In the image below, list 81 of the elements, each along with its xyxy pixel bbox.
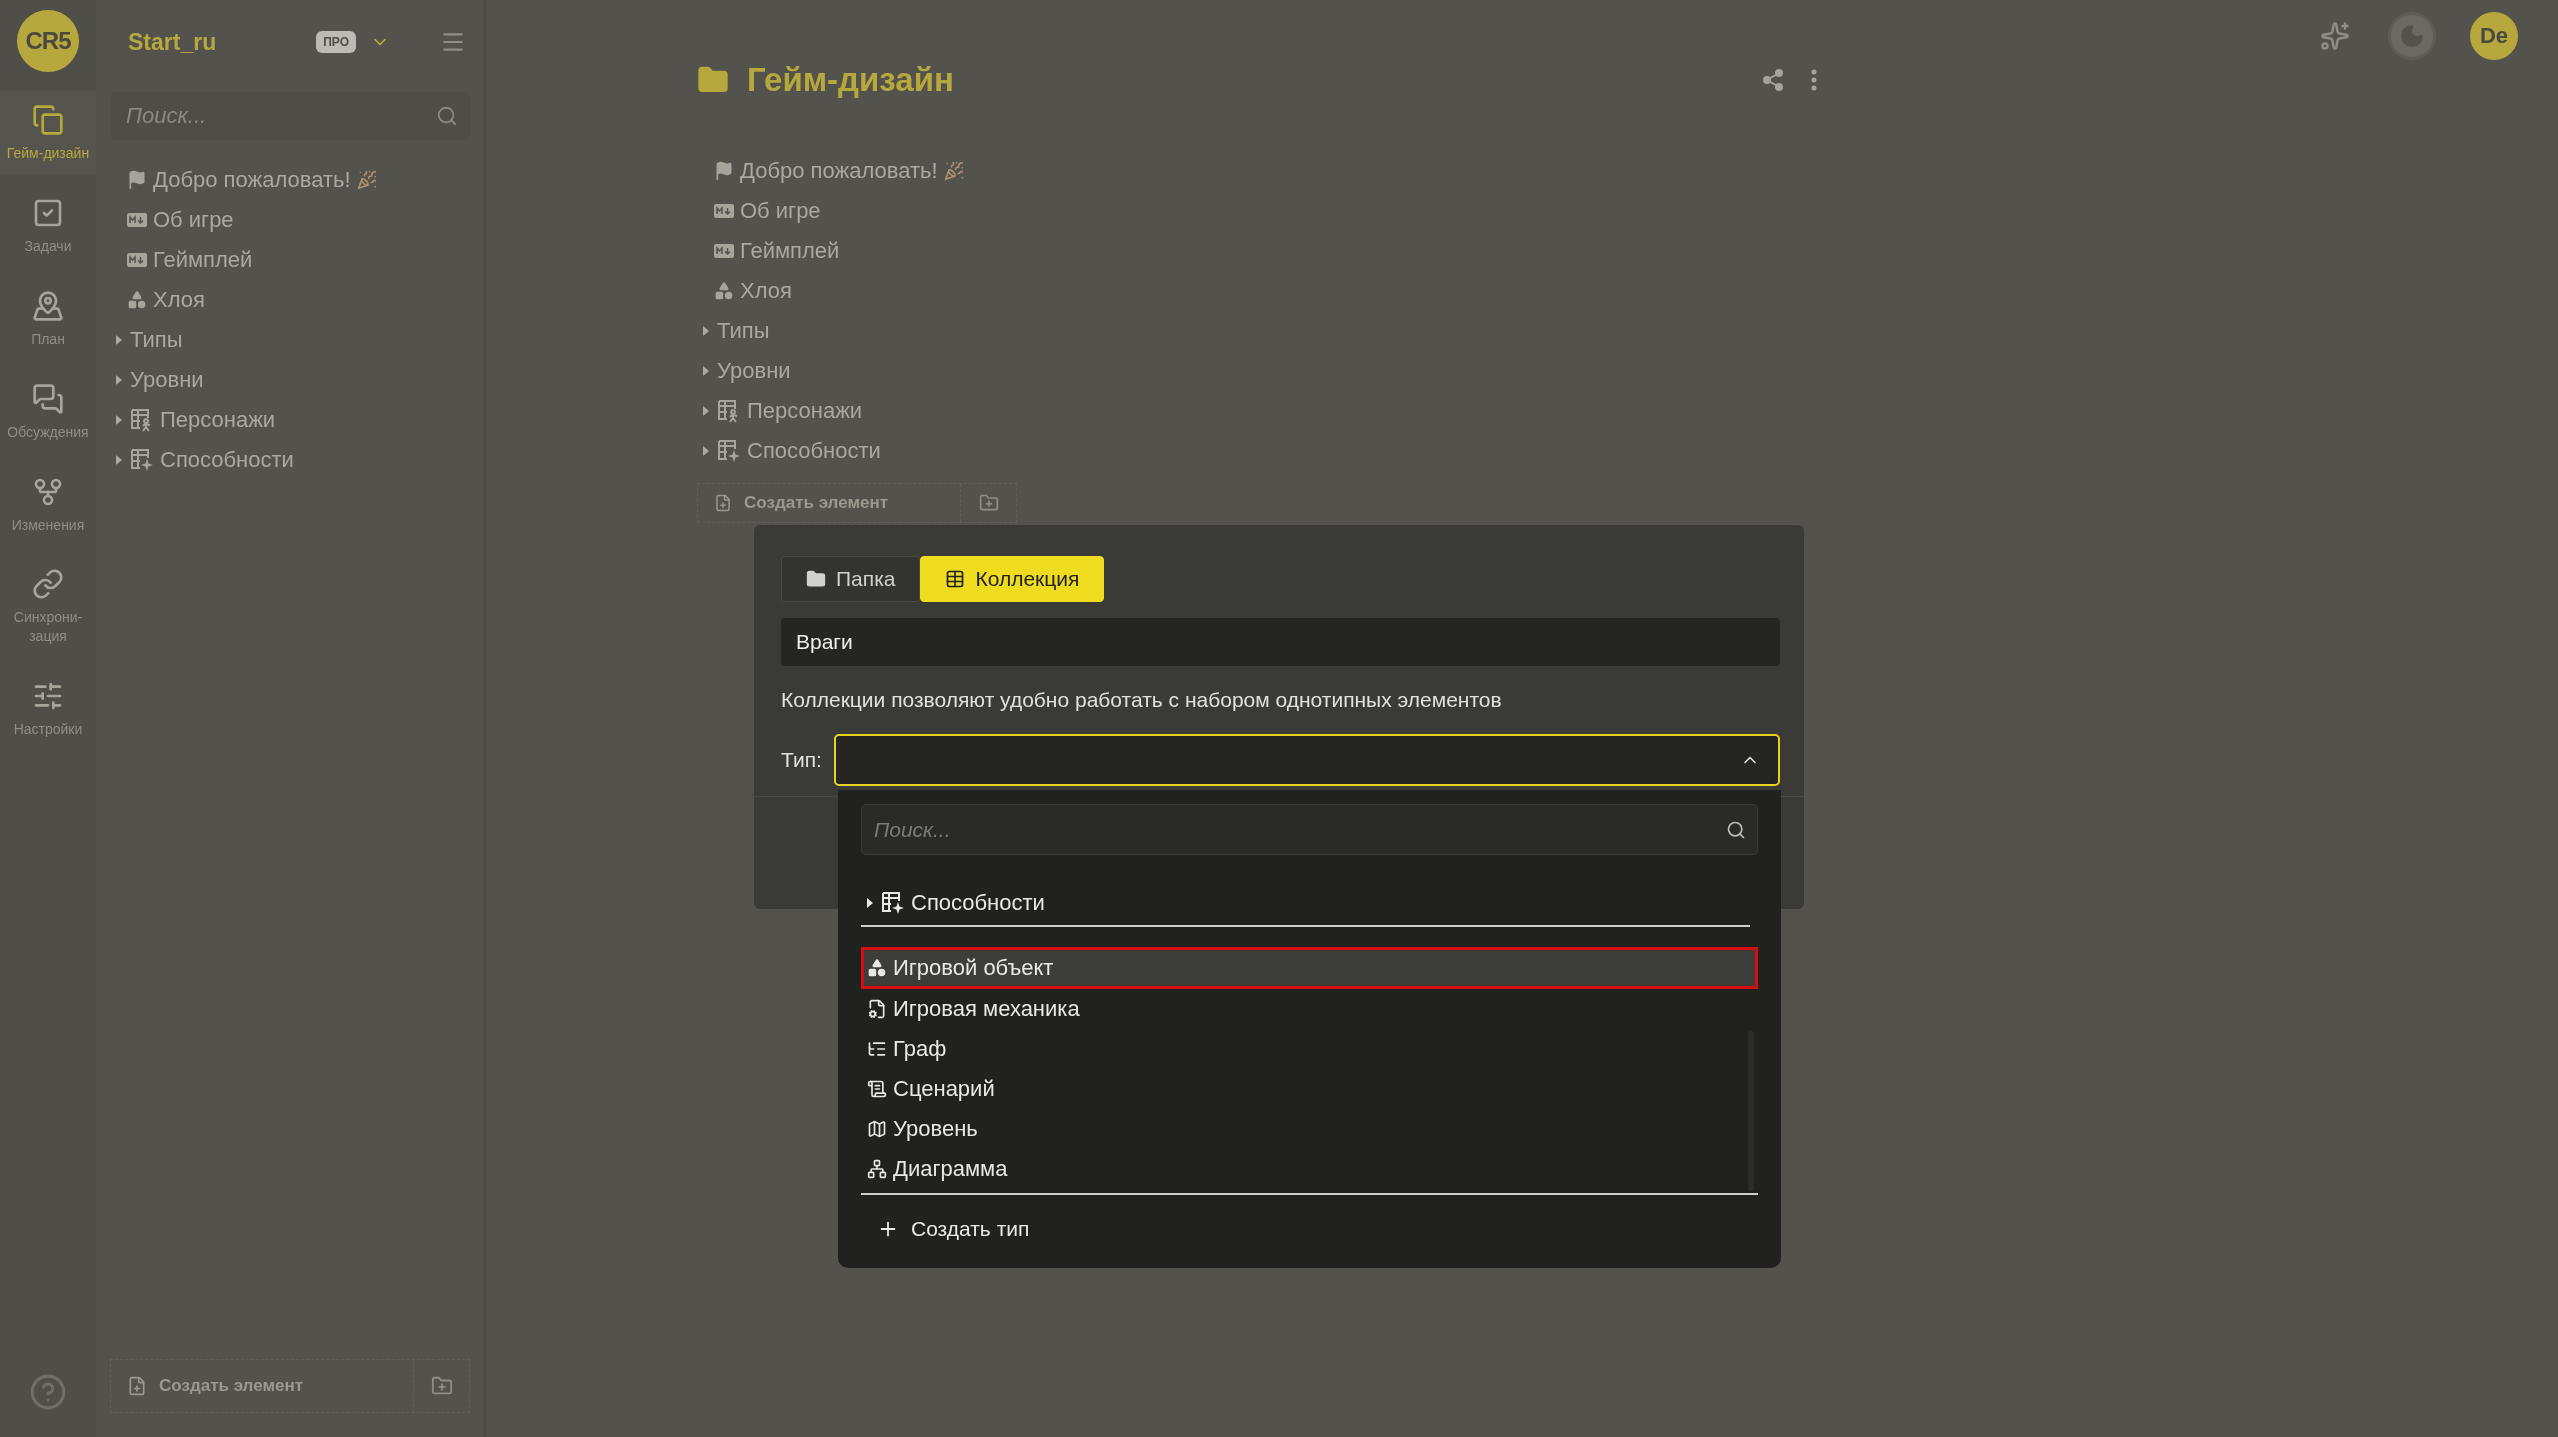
- plan-badge: ПРО: [316, 31, 356, 53]
- help-icon: [29, 1373, 67, 1411]
- tree-item[interactable]: Уровни: [697, 351, 1821, 391]
- type-label: Тип:: [781, 748, 822, 772]
- tree-item[interactable]: Добро пожаловать!: [110, 160, 470, 200]
- tree-item[interactable]: Персонажи: [697, 391, 1821, 431]
- shapes-icon: [127, 290, 147, 310]
- search-icon: [1726, 819, 1746, 840]
- type-option[interactable]: Игровой объект: [861, 947, 1758, 989]
- nav-item[interactable]: План: [0, 275, 96, 361]
- more-icon: [1811, 69, 1817, 91]
- folder-icon: [806, 569, 826, 589]
- page-title: Гейм-дизайн: [747, 61, 955, 99]
- map-pin-icon: [32, 289, 64, 322]
- type-option[interactable]: Диаграмма: [861, 1149, 1758, 1189]
- nav-item[interactable]: Задачи: [0, 182, 96, 268]
- tree-item[interactable]: Геймплей: [110, 240, 470, 280]
- sparkle-icon: [2320, 21, 2350, 51]
- markdown-icon: [714, 243, 734, 259]
- search-field[interactable]: Поиск...: [861, 804, 1758, 855]
- shapes-icon: [867, 958, 887, 978]
- folder-plus-icon: [978, 493, 999, 513]
- file-plus-icon: [714, 494, 732, 512]
- tree-item[interactable]: Уровни: [110, 360, 470, 400]
- table-sparkle-icon: [130, 448, 154, 472]
- tree-item[interactable]: Способности: [697, 431, 1821, 471]
- project-name: Start_ru: [128, 28, 218, 56]
- share-icon: [1761, 68, 1785, 92]
- flag-icon: [714, 161, 734, 181]
- flag-icon: [127, 170, 147, 190]
- tree-item[interactable]: Способности: [110, 440, 470, 480]
- nav-item[interactable]: Изменения: [0, 461, 96, 547]
- type-option[interactable]: Граф: [861, 1029, 1758, 1069]
- link-icon: [32, 568, 64, 601]
- tree-item[interactable]: Типы: [110, 320, 470, 360]
- tree-item[interactable]: Добро пожаловать!: [697, 151, 1821, 191]
- tree-item[interactable]: Хлоя: [110, 280, 470, 320]
- tree-item[interactable]: Типы: [697, 311, 1821, 351]
- nav-item[interactable]: Обсуждения: [0, 368, 96, 454]
- file-plus-icon: [127, 1376, 147, 1396]
- type-option[interactable]: Сценарий: [861, 1069, 1758, 1109]
- tree-item[interactable]: Об игре: [110, 200, 470, 240]
- party-popper-icon: [943, 161, 964, 181]
- tab[interactable]: Коллекция: [920, 556, 1105, 602]
- create-type-button[interactable]: Создать тип: [861, 1211, 1046, 1247]
- markdown-icon: [127, 212, 147, 228]
- theme-toggle[interactable]: [2388, 12, 2436, 60]
- table-sparkle-icon: [881, 891, 905, 915]
- tree-list-icon: [867, 1039, 887, 1059]
- shapes-icon: [714, 281, 734, 301]
- party-popper-icon: [356, 170, 377, 190]
- type-option[interactable]: Игровая механика: [861, 989, 1758, 1029]
- documents-icon: [32, 104, 64, 136]
- tree-item[interactable]: Хлоя: [697, 271, 1821, 311]
- search-icon: [436, 105, 458, 127]
- search-field[interactable]: Поиск...: [110, 92, 470, 140]
- nav-item[interactable]: Синхрони-зация: [0, 554, 96, 659]
- type-select[interactable]: [833, 734, 1780, 786]
- file-gear-icon: [867, 999, 887, 1019]
- table-sparkle-icon: [717, 439, 741, 463]
- markdown-icon: [714, 203, 734, 219]
- logo[interactable]: CR5: [17, 10, 79, 72]
- folder-plus-icon: [430, 1375, 453, 1397]
- tree-item[interactable]: Геймплей: [697, 231, 1821, 271]
- description-text: Коллекции позволяют удобно работать с набором однотипных элементов: [781, 688, 1503, 712]
- user-avatar[interactable]: De: [2470, 12, 2518, 60]
- type-option[interactable]: Уровень: [861, 1109, 1758, 1149]
- nav-item[interactable]: Настройки: [0, 666, 96, 752]
- nav-item[interactable]: Гейм-дизайн: [0, 90, 96, 175]
- tree-item[interactable]: Способности: [861, 883, 1758, 923]
- tree-item[interactable]: Персонажи: [110, 400, 470, 440]
- hierarchy-icon: [867, 1159, 887, 1179]
- name-field[interactable]: Враги: [781, 618, 1780, 666]
- tree-item[interactable]: Об игре: [697, 191, 1821, 231]
- map-icon: [867, 1119, 887, 1139]
- table-icon: [945, 569, 966, 589]
- tab[interactable]: Папка: [781, 556, 921, 602]
- chat-icon: [32, 382, 64, 415]
- moon-icon: [2399, 23, 2425, 49]
- scroll-icon: [867, 1079, 887, 1099]
- markdown-icon: [127, 252, 147, 268]
